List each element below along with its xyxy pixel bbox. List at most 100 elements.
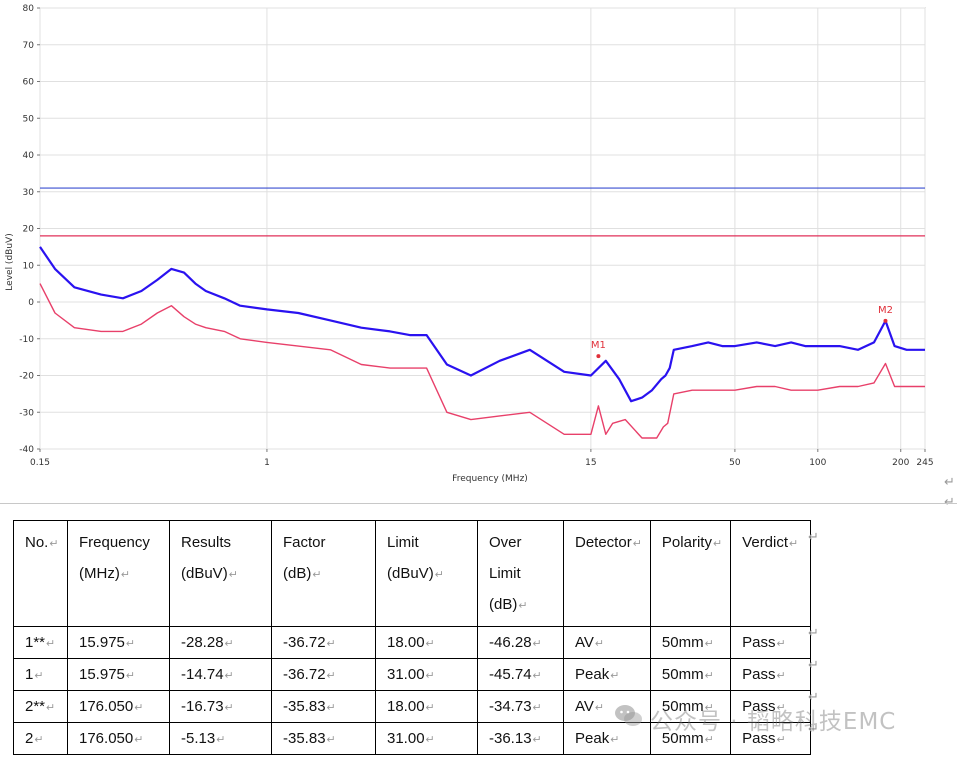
- x-tick-label: 245: [916, 458, 933, 468]
- y-axis-label: Level (dBuV): [5, 233, 15, 290]
- cell-text: 31.00: [387, 666, 435, 683]
- cell-frequency: 15.975: [67, 626, 170, 659]
- cell-results: -16.73: [169, 690, 272, 723]
- header-frequency-line1: Frequency: [79, 534, 150, 551]
- cell-over-limit: -46.28: [477, 626, 564, 659]
- emission-chart: M1M2 80706050403020100-10-20-30-40 0.15 1…: [5, 4, 934, 484]
- cell-text: Peak: [575, 730, 619, 747]
- header-over-limit-line1: Over: [489, 534, 522, 551]
- cell-no: 2: [13, 722, 68, 755]
- x-axis-label: Frequency (MHz): [452, 474, 528, 484]
- header-no: No.: [13, 520, 68, 627]
- header-over-limit: Over Limit (dB): [477, 520, 564, 627]
- x-tick-label: 15: [585, 458, 596, 468]
- x-tick-label: 0.15: [30, 458, 50, 468]
- header-polarity-line1: Polarity: [662, 534, 722, 551]
- x-tick-label: 200: [892, 458, 909, 468]
- cell-text: -16.73: [181, 698, 234, 715]
- cell-polarity: 50mm: [649, 658, 732, 691]
- cell-text: AV: [575, 698, 604, 715]
- cell-text: -34.73: [489, 698, 542, 715]
- cell-text: 15.975: [79, 666, 135, 683]
- y-tick-label: 0: [28, 298, 34, 308]
- header-no-line1: No.: [25, 534, 59, 551]
- y-tick-label: 20: [23, 225, 35, 235]
- cell-verdict: Pass: [730, 658, 812, 691]
- cell-text: Peak: [575, 666, 619, 683]
- marker-point: [596, 354, 601, 359]
- marker-point: [883, 318, 888, 323]
- cell-text: AV: [575, 634, 604, 651]
- cell-text: 176.050: [79, 698, 143, 715]
- cell-results: -14.74: [169, 658, 272, 691]
- paragraph-mark: ↵: [808, 626, 819, 641]
- cell-text: 176.050: [79, 730, 143, 747]
- cell-verdict: Pass: [730, 626, 812, 659]
- cell-factor: -36.72: [271, 626, 376, 659]
- cell-results: -28.28: [169, 626, 272, 659]
- cell-text: -35.83: [283, 730, 336, 747]
- paragraph-mark: ↵: [808, 530, 819, 545]
- header-over-limit-line3: (dB): [489, 596, 528, 613]
- marker-label: M1: [591, 340, 606, 351]
- cell-polarity: 50mm: [649, 626, 732, 659]
- header-limit-line2: (dBuV): [387, 565, 444, 582]
- y-tick-label: 40: [23, 151, 35, 161]
- cell-results: -5.13: [169, 722, 272, 755]
- y-tick-label: 60: [23, 78, 35, 88]
- cell-text: Pass: [742, 666, 786, 683]
- cell-text: 18.00: [387, 698, 435, 715]
- header-limit: Limit (dBuV): [375, 520, 478, 627]
- cell-text: Pass: [742, 634, 786, 651]
- header-factor-line1: Factor (dB): [283, 534, 326, 582]
- cell-factor: -35.83: [271, 690, 376, 723]
- cell-limit: 18.00: [375, 690, 478, 723]
- cell-text: 1: [25, 666, 44, 683]
- cell-limit: 31.00: [375, 658, 478, 691]
- header-frequency-line2: (MHz): [79, 565, 130, 582]
- header-over-limit-line2: Limit: [489, 565, 521, 582]
- header-polarity: Polarity: [649, 520, 732, 627]
- cell-no: 2**: [13, 690, 68, 723]
- cell-factor: -36.72: [271, 658, 376, 691]
- cell-text: 50mm: [662, 666, 714, 683]
- cell-text: -36.72: [283, 634, 336, 651]
- header-verdict: Verdict: [730, 520, 812, 627]
- table-header-row: No. Frequency (MHz) Results (dBuV) Factor …: [13, 520, 812, 627]
- y-tick-label: 10: [23, 261, 35, 271]
- x-tick-label: 1: [264, 458, 270, 468]
- header-detector: Detector: [563, 520, 651, 627]
- header-results: Results (dBuV): [169, 520, 272, 627]
- cell-text: -14.74: [181, 666, 234, 683]
- section-divider: [0, 503, 957, 504]
- cell-limit: 31.00: [375, 722, 478, 755]
- cell-detector: AV: [563, 626, 651, 659]
- cell-text: 2**: [25, 698, 55, 715]
- y-tick-label: -30: [19, 408, 34, 418]
- y-tick-label: 80: [23, 4, 35, 14]
- cell-text: 18.00: [387, 634, 435, 651]
- cell-text: -28.28: [181, 634, 234, 651]
- y-tick-label: 50: [23, 114, 35, 124]
- cell-over-limit: -36.13: [477, 722, 564, 755]
- table-row: 1 15.975 -14.74 -36.72 31.00 -45.74 Peak…: [13, 658, 812, 691]
- header-detector-line1: Detector: [575, 534, 642, 551]
- y-tick-label: 30: [23, 188, 35, 198]
- wechat-icon: [615, 705, 642, 726]
- cell-text: -36.13: [489, 730, 542, 747]
- y-tick-label: -40: [19, 445, 34, 455]
- cell-text: -36.72: [283, 666, 336, 683]
- x-tick-label: 50: [729, 458, 741, 468]
- cell-text: -35.83: [283, 698, 336, 715]
- watermark-text: 公众号 · 韬略科技EMC: [650, 709, 897, 735]
- cell-frequency: 15.975: [67, 658, 170, 691]
- y-tick-label: -20: [19, 372, 34, 382]
- cell-over-limit: -34.73: [477, 690, 564, 723]
- cell-detector: Peak: [563, 658, 651, 691]
- cell-text: -5.13: [181, 730, 225, 747]
- y-tick-label: -10: [19, 335, 34, 345]
- cell-frequency: 176.050: [67, 690, 170, 723]
- header-frequency: Frequency (MHz): [67, 520, 170, 627]
- cell-factor: -35.83: [271, 722, 376, 755]
- header-factor: Factor (dB): [271, 520, 376, 627]
